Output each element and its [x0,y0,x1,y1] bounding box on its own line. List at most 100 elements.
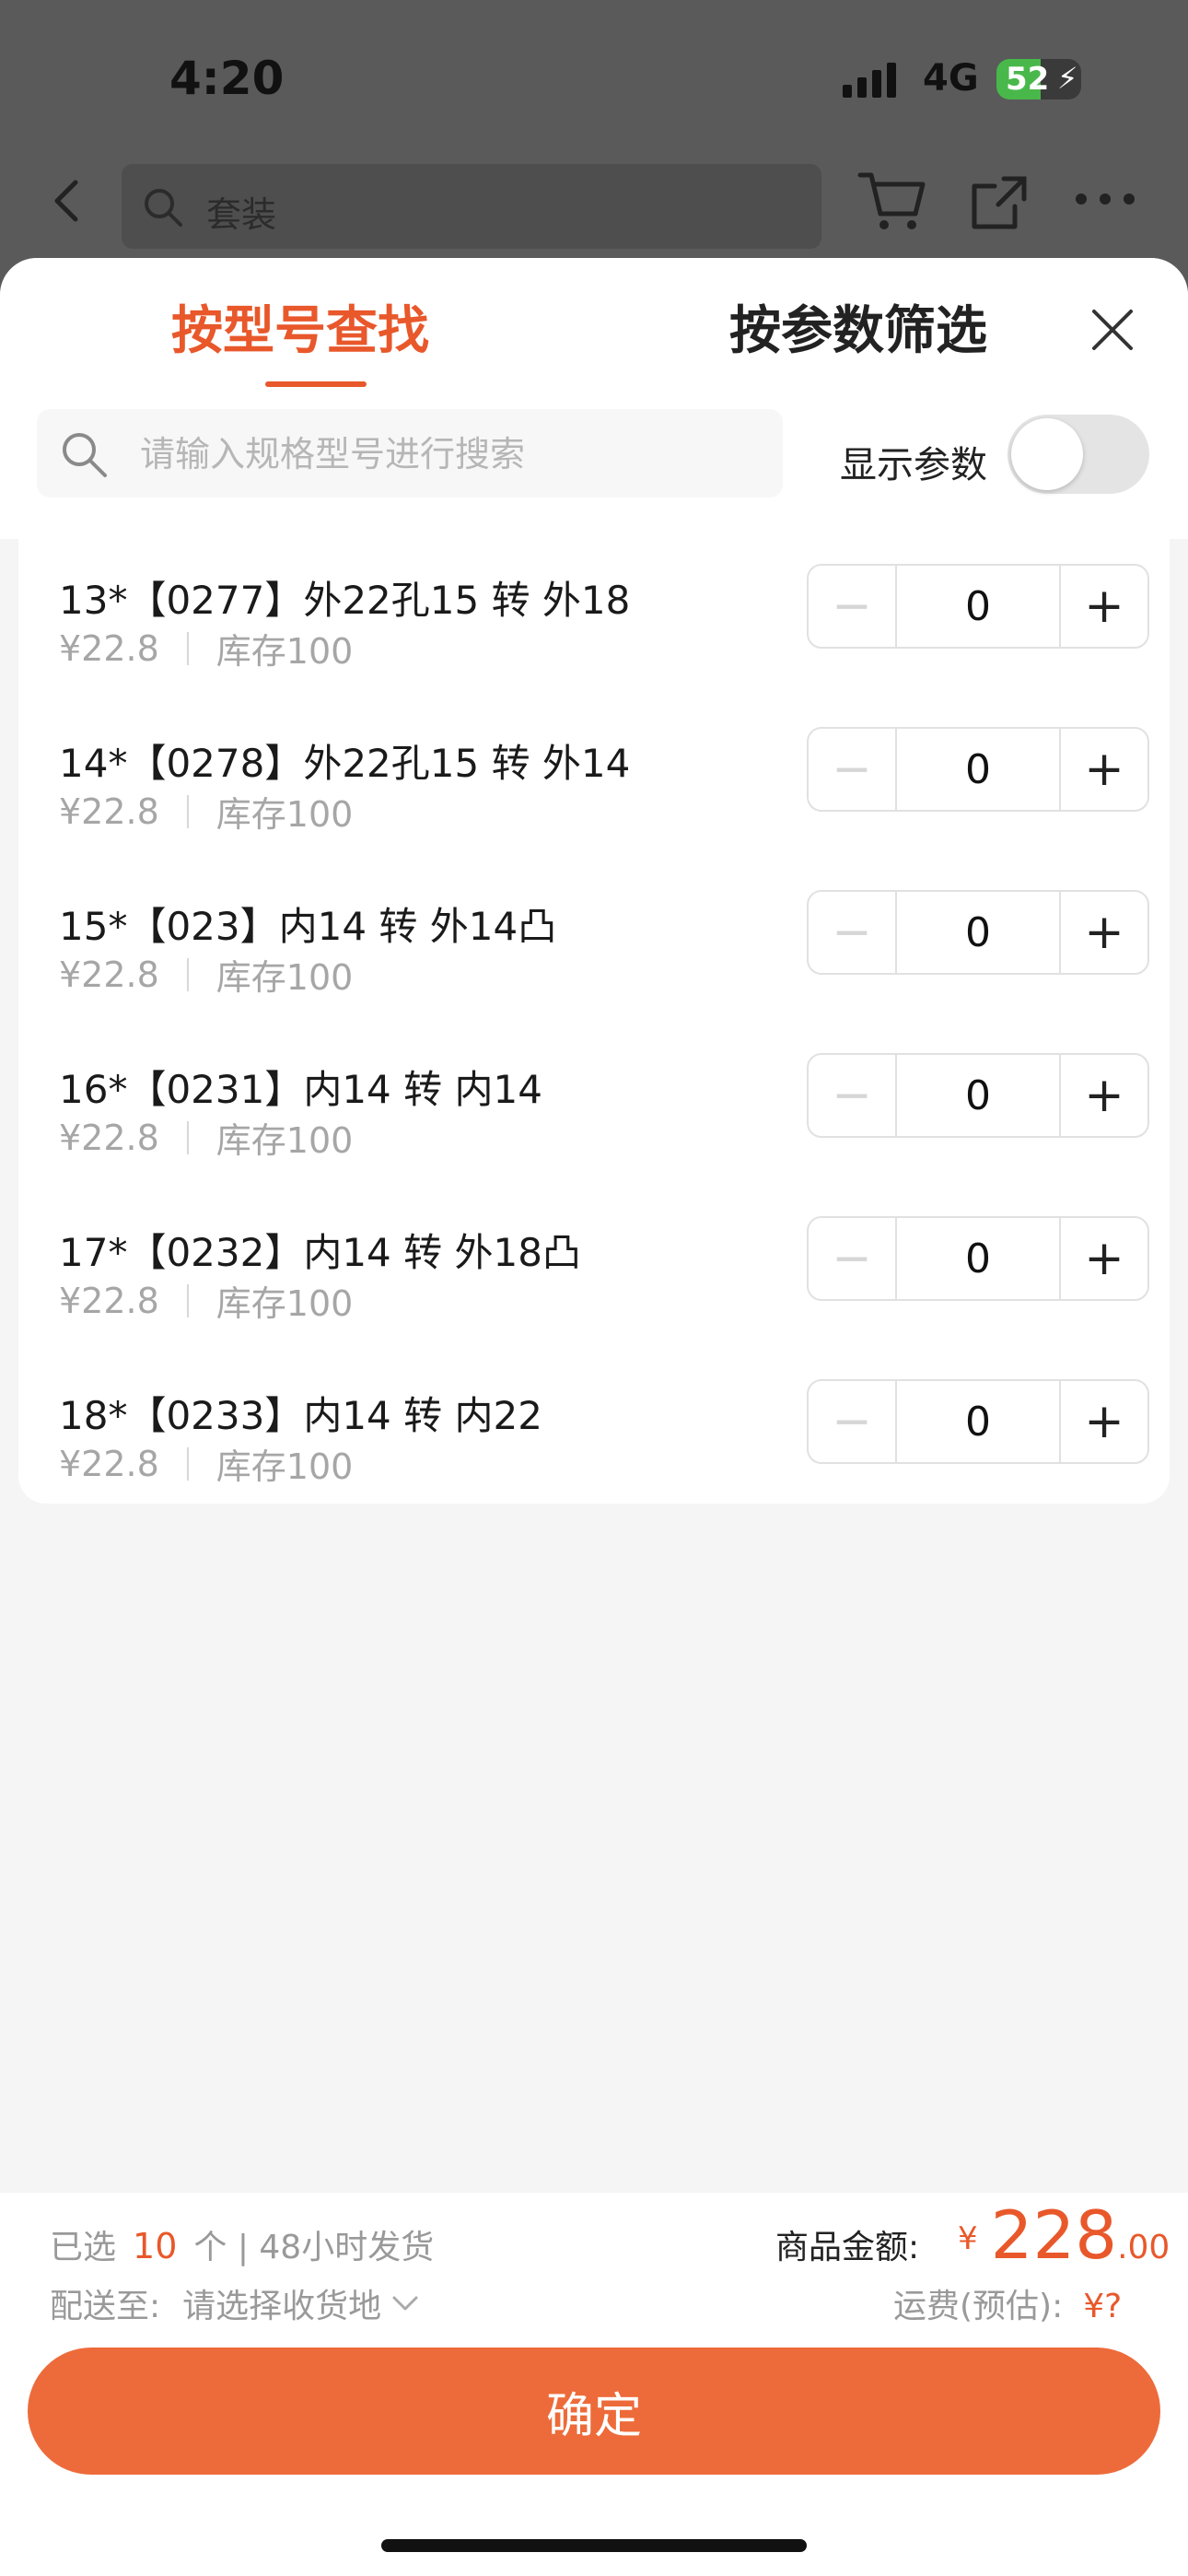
share-icon[interactable] [967,170,1031,234]
divider [186,957,189,991]
item-title: 14*【0278】外22孔15 转 外14 [59,741,631,786]
item-stock: 库存100 [215,1283,354,1324]
item-meta: ¥22.8 库存100 [59,623,353,673]
spec-search-box [37,409,783,498]
item-meta: ¥22.8 库存100 [59,1112,353,1163]
decrement-button[interactable]: − [809,1381,895,1462]
divider [186,794,189,828]
increment-button[interactable]: + [1061,1218,1147,1299]
freight-value: ¥? [1083,2288,1123,2325]
quantity-value[interactable]: 0 [895,566,1061,647]
amount-label: 商品金额: [775,2229,920,2266]
freight-info: 运费(预估): ¥? [893,2279,1122,2327]
sheet-header: 按型号查找 按参数筛选 显示参数 [0,258,1188,539]
ship-to-label: 配送至: [50,2288,161,2325]
quantity-stepper: −0 + [807,1216,1149,1301]
search-icon [63,433,107,477]
status-bar: 4:20 4G 52 ⚡ [0,0,1188,157]
increment-button[interactable]: + [1061,1381,1147,1462]
confirm-button[interactable]: 确定 [28,2348,1160,2475]
item-stock: 库存100 [215,794,354,835]
item-meta: ¥22.8 库存100 [59,1438,353,1489]
cart-icon[interactable] [856,170,926,234]
list-item: 16*【0231】内14 转 内14 ¥22.8 库存100 −0 + [18,1053,1170,1221]
checkout-footer: 已选 10 个 | 48小时发货 配送至: 请选择收货地 商品金额: ¥228.00… [0,2193,1188,2576]
search-icon [145,189,182,227]
item-title: 17*【0232】内14 转 外18凸 [59,1230,581,1275]
decrement-button[interactable]: − [809,729,895,810]
top-nav: 套装 [0,157,1188,258]
item-stock: 库存100 [215,631,354,672]
ship-to-value[interactable]: 请选择收货地 [182,2279,381,2327]
quantity-value[interactable]: 0 [895,1381,1061,1462]
list-item: 13*【0277】外22孔15 转 外18 ¥22.8 库存100 −0 + [18,564,1170,732]
search-placeholder: 套装 [206,194,277,235]
quantity-stepper: −0 + [807,564,1149,649]
quantity-value[interactable]: 0 [895,1055,1061,1136]
item-price: ¥22.8 [59,1443,159,1484]
freight-label: 运费(预估): [893,2288,1064,2325]
selected-suffix: 个 | 48小时发货 [193,2229,435,2266]
item-title: 18*【0233】内14 转 内22 [59,1393,542,1438]
item-price: ¥22.8 [59,790,159,832]
amount-integer: 228 [990,2196,1118,2274]
list-item: 17*【0232】内14 转 外18凸 ¥22.8 库存100 −0 + [18,1216,1170,1384]
decrement-button[interactable]: − [809,566,895,647]
quantity-value[interactable]: 0 [895,729,1061,810]
selected-info: 已选 10 个 | 48小时发货 [50,2220,434,2268]
selected-count: 10 [133,2226,178,2266]
item-price: ¥22.8 [59,1280,159,1321]
increment-button[interactable]: + [1061,892,1147,973]
status-time: 4:20 [169,52,285,105]
divider [186,1283,189,1317]
decrement-button[interactable]: − [809,892,895,973]
show-params-label: 显示参数 [840,444,987,486]
item-title: 13*【0277】外22孔15 转 外18 [59,578,631,623]
quantity-value[interactable]: 0 [895,892,1061,973]
item-meta: ¥22.8 库存100 [59,786,353,837]
tab-by-params[interactable]: 按参数筛选 [729,289,987,364]
item-meta: ¥22.8 库存100 [59,1275,353,1326]
amount-symbol: ¥ [958,2220,978,2257]
item-price: ¥22.8 [59,627,159,669]
network-type: 4G [923,57,979,100]
increment-button[interactable]: + [1061,1055,1147,1136]
decrement-button[interactable]: − [809,1055,895,1136]
back-icon[interactable] [41,173,96,228]
quantity-value[interactable]: 0 [895,1218,1061,1299]
more-icon[interactable] [1076,193,1149,212]
chevron-down-icon[interactable] [392,2295,418,2312]
item-stock: 库存100 [215,1120,354,1161]
spec-list[interactable]: 13*【0277】外22孔15 转 外18 ¥22.8 库存100−0 +14*【02… [18,534,1170,1504]
item-title: 15*【023】内14 转 外14凸 [59,904,557,949]
item-stock: 库存100 [215,1446,354,1487]
amount-decimal: .00 [1117,2229,1171,2266]
active-tab-indicator [265,381,367,387]
item-meta: ¥22.8 库存100 [59,949,353,1000]
tab-by-model[interactable]: 按型号查找 [171,289,429,364]
close-icon[interactable] [1087,304,1138,356]
ship-to[interactable]: 配送至: 请选择收货地 [50,2279,418,2327]
show-params-toggle[interactable] [1007,415,1149,494]
quantity-stepper: −0 + [807,727,1149,812]
spec-search-input[interactable] [138,427,768,481]
quantity-stepper: −0 + [807,1053,1149,1138]
decrement-button[interactable]: − [809,1218,895,1299]
increment-button[interactable]: + [1061,566,1147,647]
list-item: 18*【0233】内14 转 内22 ¥22.8 库存100 −0 + [18,1379,1170,1504]
item-title: 16*【0231】内14 转 内14 [59,1067,542,1112]
divider [186,1446,189,1481]
divider [186,631,189,665]
signal-icon [843,63,903,98]
amount-value: ¥228.00 [958,2196,1170,2274]
home-indicator [381,2539,807,2552]
divider [186,1120,189,1154]
increment-button[interactable]: + [1061,729,1147,810]
battery-icon: 52 ⚡ [996,59,1081,100]
selected-prefix: 已选 [50,2229,117,2266]
list-item: 14*【0278】外22孔15 转 外14 ¥22.8 库存100 −0 + [18,727,1170,895]
battery-level: 52 [1006,61,1050,98]
search-bar[interactable]: 套装 [122,164,821,249]
list-item: 15*【023】内14 转 外14凸 ¥22.8 库存100 −0 + [18,890,1170,1058]
quantity-stepper: −0 + [807,890,1149,975]
